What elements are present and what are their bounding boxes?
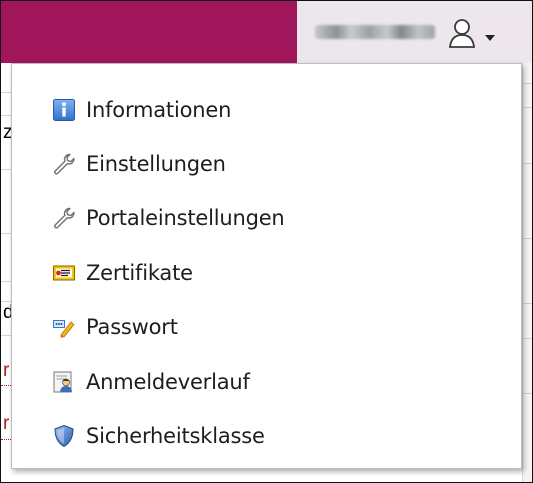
menu-item-einstellungen[interactable]: Einstellungen <box>52 144 226 184</box>
certificate-icon <box>52 261 76 285</box>
menu-item-passwort[interactable]: Passwort <box>52 307 178 347</box>
gutter-char: r <box>3 360 10 381</box>
wrench-icon <box>52 206 76 230</box>
gutter-char: r <box>3 413 10 434</box>
menu-item-label: Zertifikate <box>86 261 193 285</box>
password-icon <box>52 315 76 339</box>
menu-item-label: Anmeldeverlauf <box>86 370 250 394</box>
menu-item-label: Einstellungen <box>86 152 226 176</box>
user-dropdown-menu: Informationen Einstellungen Portaleinste… <box>11 63 522 469</box>
menu-item-informationen[interactable]: Informationen <box>52 90 231 130</box>
menu-item-anmeldeverlauf[interactable]: Anmeldeverlauf <box>52 362 250 402</box>
wrench-icon <box>52 152 76 176</box>
login-history-icon <box>52 370 76 394</box>
user-name-blurred <box>315 25 435 39</box>
caret-down-icon <box>483 28 497 41</box>
menu-item-label: Portaleinstellungen <box>86 206 285 230</box>
menu-item-portaleinstellungen[interactable]: Portaleinstellungen <box>52 198 285 238</box>
menu-item-sicherheitsklasse[interactable]: Sicherheitsklasse <box>52 416 265 456</box>
menu-item-label: Passwort <box>86 315 178 339</box>
shield-icon <box>52 424 76 448</box>
app-window: z d r r Informationen Einstellungen Port… <box>0 0 533 483</box>
user-menu-button[interactable] <box>447 15 517 51</box>
user-area <box>297 1 532 63</box>
menu-item-zertifikate[interactable]: Zertifikate <box>52 253 193 293</box>
info-icon <box>52 98 76 122</box>
user-icon <box>447 17 477 49</box>
background-page-right <box>522 63 532 482</box>
menu-item-label: Informationen <box>86 98 232 122</box>
menu-item-label: Sicherheitsklasse <box>86 424 265 448</box>
